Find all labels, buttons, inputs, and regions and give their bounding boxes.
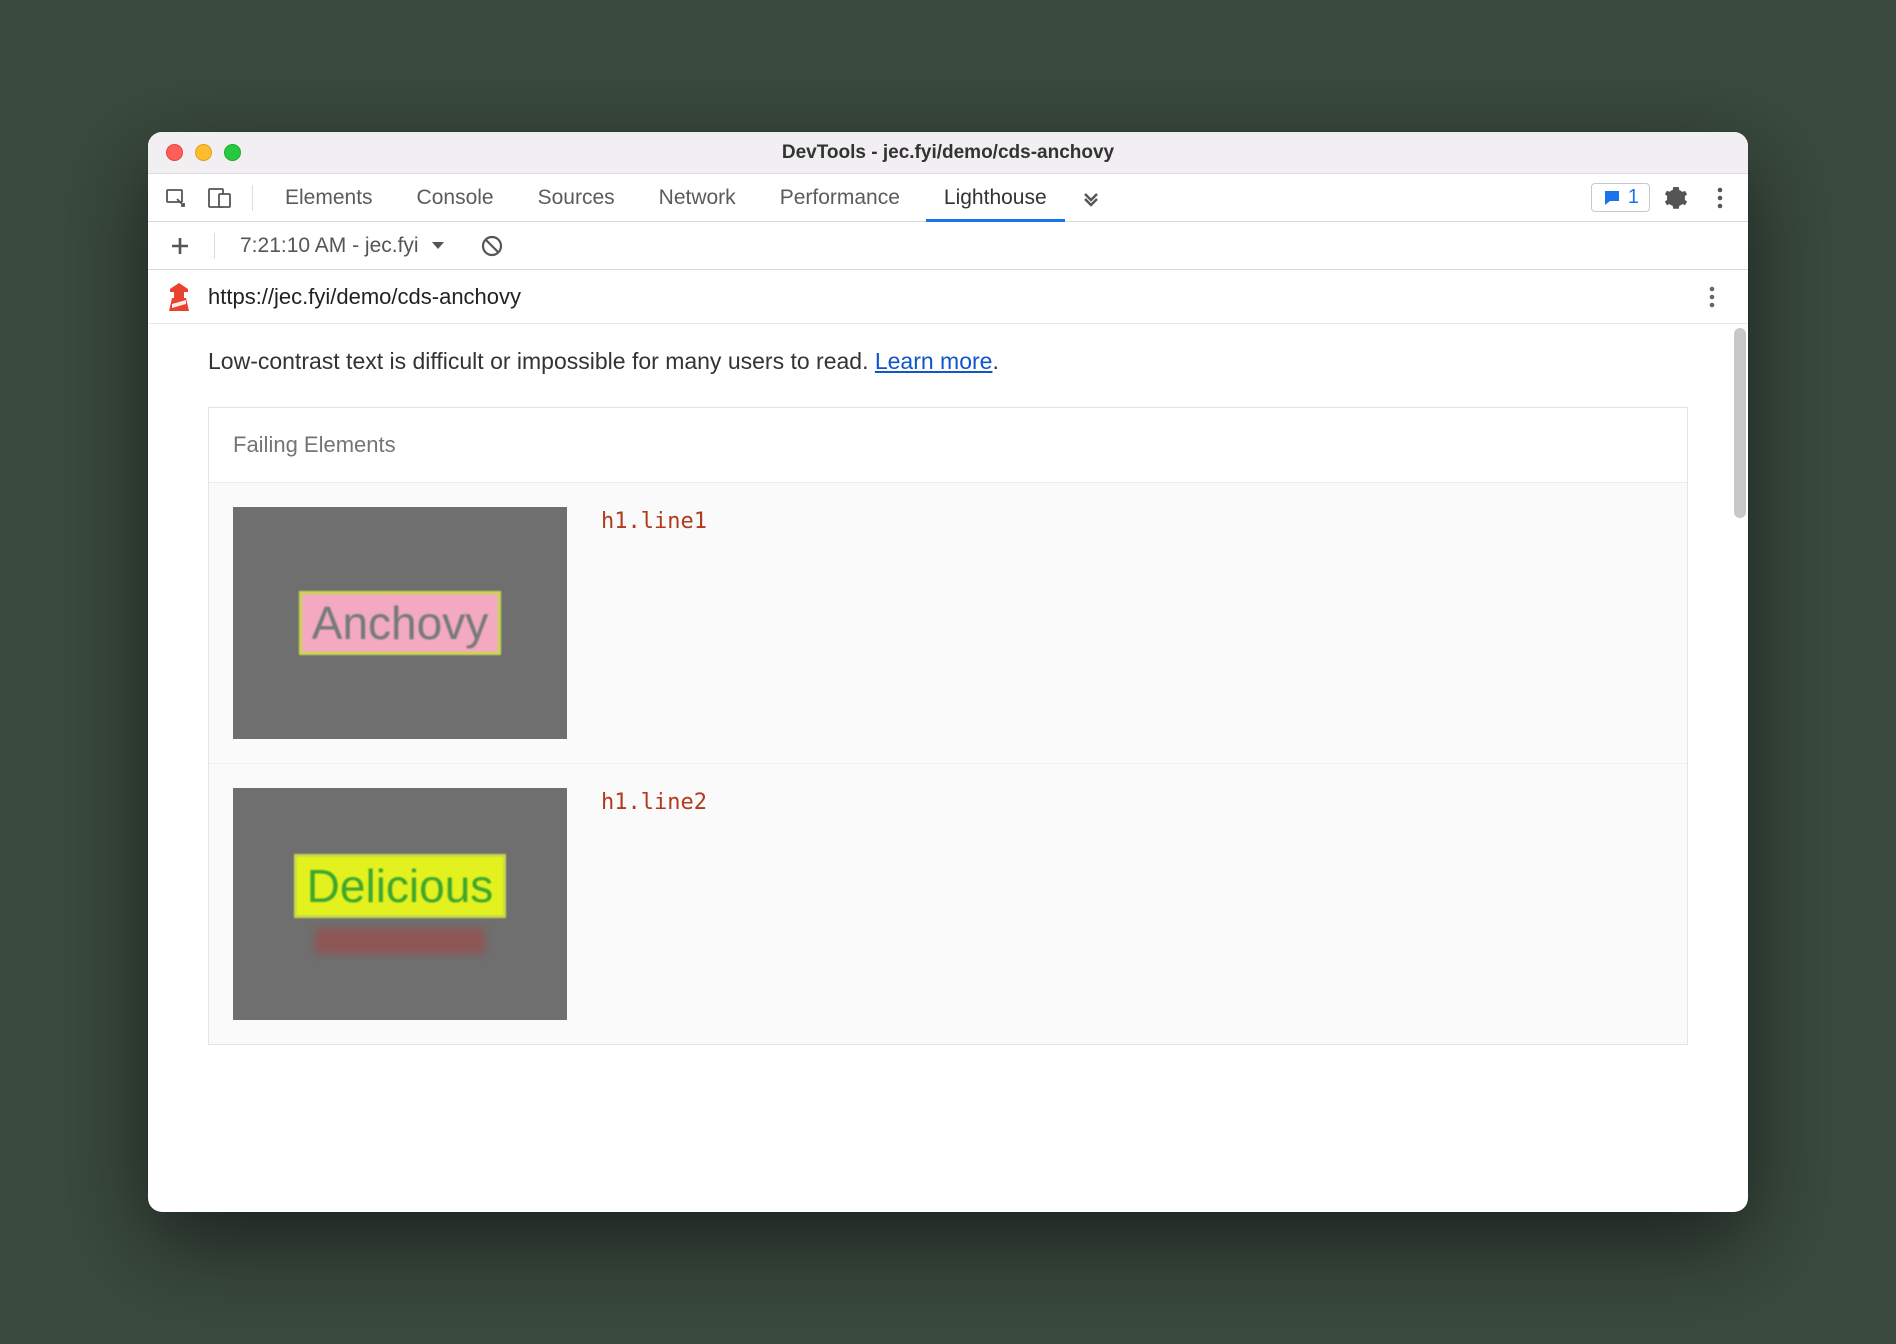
audit-summary: Low-contrast text is difficult or imposs… xyxy=(208,348,1688,375)
window-title: DevTools - jec.fyi/demo/cds-anchovy xyxy=(148,142,1748,164)
failing-elements-panel: Failing Elements Anchovy h1.line1 Delici… xyxy=(208,407,1688,1045)
tab-network[interactable]: Network xyxy=(641,174,754,222)
failing-element-row[interactable]: Delicious h1.line2 xyxy=(209,764,1687,1044)
report-url-row: https://jec.fyi/demo/cds-anchovy xyxy=(148,270,1748,324)
report-content: Low-contrast text is difficult or imposs… xyxy=(148,324,1748,1212)
tab-console[interactable]: Console xyxy=(399,174,512,222)
divider xyxy=(214,233,215,259)
tab-elements[interactable]: Elements xyxy=(267,174,391,222)
add-report-icon[interactable] xyxy=(162,228,198,264)
panel-tabs: Elements Console Sources Network Perform… xyxy=(148,174,1748,222)
settings-icon[interactable] xyxy=(1658,180,1694,216)
thumb-highlight-text: Delicious xyxy=(294,854,507,918)
learn-more-link[interactable]: Learn more xyxy=(875,348,993,374)
issues-count: 1 xyxy=(1628,186,1639,209)
panel-title: Failing Elements xyxy=(209,408,1687,483)
element-thumbnail: Anchovy xyxy=(233,507,567,739)
device-toolbar-icon[interactable] xyxy=(202,180,238,216)
element-selector: h1.line1 xyxy=(601,507,707,739)
tab-performance[interactable]: Performance xyxy=(762,174,918,222)
failing-element-row[interactable]: Anchovy h1.line1 xyxy=(209,483,1687,764)
element-selector: h1.line2 xyxy=(601,788,707,1020)
report-url: https://jec.fyi/demo/cds-anchovy xyxy=(208,284,521,310)
titlebar: DevTools - jec.fyi/demo/cds-anchovy xyxy=(148,132,1748,174)
issues-badge[interactable]: 1 xyxy=(1591,183,1650,212)
more-tabs-icon[interactable] xyxy=(1073,180,1109,216)
divider xyxy=(252,185,253,211)
summary-text: Low-contrast text is difficult or imposs… xyxy=(208,348,875,374)
kebab-menu-icon[interactable] xyxy=(1702,180,1738,216)
report-menu-icon[interactable] xyxy=(1694,279,1730,315)
scrollbar-thumb[interactable] xyxy=(1734,328,1746,518)
lighthouse-toolbar: 7:21:10 AM - jec.fyi xyxy=(148,222,1748,270)
report-select-label: 7:21:10 AM - jec.fyi xyxy=(240,234,419,258)
element-thumbnail: Delicious xyxy=(233,788,567,1020)
chevron-down-icon xyxy=(431,241,445,251)
thumb-blur-strip xyxy=(315,928,485,954)
select-element-icon[interactable] xyxy=(158,180,194,216)
devtools-window: DevTools - jec.fyi/demo/cds-anchovy Elem… xyxy=(148,132,1748,1212)
clear-icon[interactable] xyxy=(474,228,510,264)
lighthouse-icon xyxy=(166,282,192,312)
tab-sources[interactable]: Sources xyxy=(520,174,633,222)
thumb-highlight-text: Anchovy xyxy=(299,591,501,655)
tab-lighthouse[interactable]: Lighthouse xyxy=(926,174,1065,222)
report-select[interactable]: 7:21:10 AM - jec.fyi xyxy=(231,231,454,261)
